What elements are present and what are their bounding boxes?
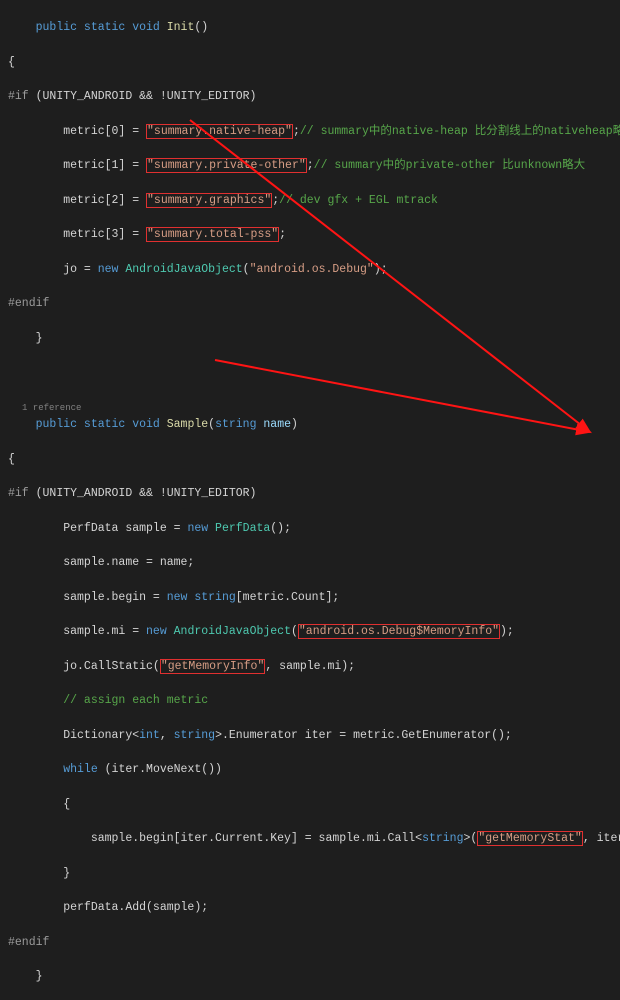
codelens-reference[interactable]: 1 reference	[0, 403, 81, 413]
highlighted-string: "summary.native-heap"	[146, 124, 293, 139]
code-line: perfData.Add(sample);	[0, 899, 620, 916]
highlighted-string: "android.os.Debug$MemoryInfo"	[298, 624, 500, 639]
code-line: }	[0, 865, 620, 882]
code-line: metric[2] = "summary.graphics";// dev gf…	[0, 192, 620, 209]
code-line: {	[0, 451, 620, 468]
code-line: // assign each metric	[0, 692, 620, 709]
code-line: Dictionary<int, string>.Enumerator iter …	[0, 727, 620, 744]
code-line: sample.begin[iter.Current.Key] = sample.…	[0, 830, 620, 847]
method-name: Sample	[160, 418, 208, 431]
preprocessor: #endif	[8, 297, 49, 310]
code-line: PerfData sample = new PerfData();	[0, 520, 620, 537]
comment: // summary中的native-heap 比分割线上的nativeheap…	[300, 125, 620, 138]
code-line: while (iter.MoveNext())	[0, 761, 620, 778]
code-line: metric[3] = "summary.total-pss";	[0, 226, 620, 243]
highlighted-string: "getMemoryInfo"	[160, 659, 266, 674]
highlighted-string: "summary.private-other"	[146, 158, 307, 173]
preprocessor: #if	[8, 90, 29, 103]
code-line	[0, 364, 620, 381]
code-line: #endif	[0, 934, 620, 951]
code-line: jo.CallStatic("getMemoryInfo", sample.mi…	[0, 658, 620, 675]
code-line: }	[0, 968, 620, 985]
code-line: sample.mi = new AndroidJavaObject("andro…	[0, 623, 620, 640]
code-line: }	[0, 330, 620, 347]
highlighted-string: "summary.total-pss"	[146, 227, 279, 242]
code-line: {	[0, 796, 620, 813]
code-line: sample.begin = new string[metric.Count];	[0, 589, 620, 606]
code-line: {	[0, 54, 620, 71]
code-line: #if (UNITY_ANDROID && !UNITY_EDITOR)	[0, 88, 620, 105]
code-line: sample.name = name;	[0, 554, 620, 571]
preprocessor: #endif	[8, 936, 49, 949]
highlighted-string: "getMemoryStat"	[477, 831, 583, 846]
code-editor[interactable]: public static void Init() { #if (UNITY_A…	[0, 0, 620, 1000]
code-line: public static void Sample(string name)	[0, 416, 620, 433]
keyword: public static void	[36, 21, 160, 34]
comment: // summary中的private-other 比unknown略大	[314, 159, 585, 172]
code-line: jo = new AndroidJavaObject("android.os.D…	[0, 261, 620, 278]
code-line: public static void Init()	[0, 19, 620, 36]
method-name: Init	[160, 21, 195, 34]
code-line: #endif	[0, 295, 620, 312]
highlighted-string: "summary.graphics"	[146, 193, 272, 208]
code-line: metric[1] = "summary.private-other";// s…	[0, 157, 620, 174]
preprocessor: #if	[8, 487, 29, 500]
comment: // dev gfx + EGL mtrack	[279, 194, 438, 207]
code-line: metric[0] = "summary.native-heap";// sum…	[0, 123, 620, 140]
comment: // assign each metric	[8, 694, 208, 707]
keyword: public static void	[36, 418, 160, 431]
